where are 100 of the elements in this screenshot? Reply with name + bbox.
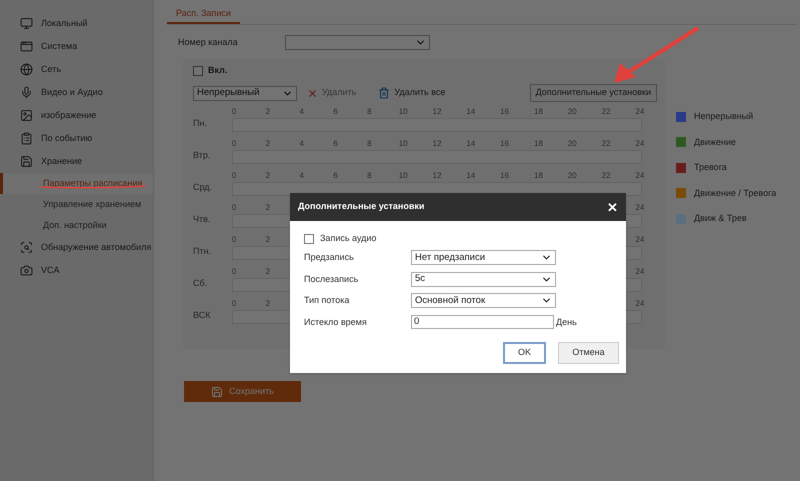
hour-tick: 8 xyxy=(367,106,372,118)
field-select[interactable]: 5с xyxy=(411,272,556,287)
hour-tick: 22 xyxy=(602,170,611,182)
hour-tick: 18 xyxy=(534,138,543,150)
legend-label: Непрерывный xyxy=(694,110,754,123)
sidebar-item[interactable]: изображение xyxy=(0,104,153,127)
hour-tick: 2 xyxy=(266,298,270,310)
day-label: Сб. xyxy=(193,277,208,290)
hour-tick: 6 xyxy=(333,170,338,182)
hour-tick: 14 xyxy=(466,170,476,182)
globe-icon xyxy=(20,63,33,76)
camera-icon xyxy=(20,264,33,277)
hour-tick: 24 xyxy=(635,298,644,310)
dialog-button[interactable]: Отмена xyxy=(558,342,619,364)
hour-tick: 24 xyxy=(635,234,644,246)
enable-checkbox[interactable] xyxy=(193,66,203,76)
sidebar-subitem[interactable]: Управление хранением xyxy=(0,194,153,215)
hour-tick: 20 xyxy=(568,170,577,182)
sidebar-subitem[interactable]: Доп. настройки xyxy=(0,215,153,236)
hour-tick: 16 xyxy=(500,170,510,182)
microphone-icon xyxy=(20,86,33,99)
hour-tick: 0 xyxy=(232,106,236,118)
dialog-title: Дополнительные установки xyxy=(298,200,424,214)
hour-tick: 0 xyxy=(232,138,236,150)
list-icon xyxy=(20,132,33,145)
hour-tick: 4 xyxy=(299,138,304,150)
legend-label: Движение / Тревога xyxy=(694,186,776,200)
field-label: Тип потока xyxy=(304,294,350,307)
hour-tick: 0 xyxy=(232,234,236,246)
tab[interactable]: Расп. Записи xyxy=(167,5,240,24)
day-label: Птн. xyxy=(193,245,212,258)
hour-tick: 24 xyxy=(635,170,644,182)
day-label: Пн. xyxy=(193,117,208,130)
sidebar-item[interactable]: Локальный xyxy=(0,12,153,35)
hour-tick: 14 xyxy=(466,138,476,150)
dialog-button[interactable]: OK xyxy=(503,342,546,364)
hour-tick: 18 xyxy=(534,170,543,182)
hour-tick: 0 xyxy=(232,298,236,310)
close-button[interactable]: ✕ xyxy=(607,200,618,214)
field-select[interactable]: Основной поток xyxy=(411,293,556,308)
channel-select[interactable] xyxy=(285,35,430,50)
input-field[interactable]: 0 xyxy=(411,315,554,330)
hour-tick: 2 xyxy=(266,266,270,278)
hour-tick: 12 xyxy=(432,138,442,150)
hour-tick: 14 xyxy=(466,106,476,118)
hour-tick: 16 xyxy=(500,106,510,118)
hour-tick: 24 xyxy=(635,202,644,214)
hour-tick: 22 xyxy=(602,138,611,150)
hour-tick: 2 xyxy=(266,202,270,214)
hour-tick: 20 xyxy=(568,138,577,150)
hour-tick: 2 xyxy=(266,234,270,246)
hour-tick: 22 xyxy=(602,106,611,118)
hour-tick: 8 xyxy=(367,138,372,150)
delete-all-button[interactable]: Удалить все xyxy=(378,86,446,100)
sidebar-item[interactable]: Хранение xyxy=(0,150,153,173)
hour-tick: 2 xyxy=(266,170,270,182)
hour-tick: 20 xyxy=(568,106,577,118)
field-select[interactable]: Нет предзаписи xyxy=(411,250,556,266)
hour-tick: 12 xyxy=(432,170,442,182)
hour-tick: 10 xyxy=(398,170,408,182)
hour-tick: 6 xyxy=(333,138,338,150)
field-label: Послезапись xyxy=(304,272,360,286)
sidebar-item[interactable]: Сеть xyxy=(0,58,153,81)
field-label: Истекло время xyxy=(304,316,368,329)
save-button[interactable]: Сохранить xyxy=(184,381,301,402)
monitor-icon xyxy=(20,17,33,30)
mode-select[interactable]: Непрерывный xyxy=(193,86,297,100)
sidebar-item[interactable]: VCA xyxy=(0,259,153,282)
sidebar-item[interactable]: По событию xyxy=(0,127,153,150)
hour-tick: 0 xyxy=(232,170,236,182)
sidebar-item[interactable]: Видео и Аудио xyxy=(0,81,153,104)
trash-icon xyxy=(378,87,390,99)
legend-label: Движение xyxy=(694,136,736,149)
audio-checkbox[interactable] xyxy=(304,234,314,244)
car-search-icon xyxy=(20,241,33,254)
hour-tick: 24 xyxy=(635,138,644,150)
hour-tick: 24 xyxy=(635,106,644,118)
hour-tick: 12 xyxy=(432,106,442,118)
hour-tick: 4 xyxy=(299,170,304,182)
hour-tick: 16 xyxy=(500,138,510,150)
legend-label: Тревога xyxy=(694,161,727,174)
legend-label: Движ & Трев xyxy=(694,212,747,225)
hour-tick: 6 xyxy=(333,106,338,118)
sidebar-item[interactable]: Система xyxy=(0,35,153,58)
hour-tick: 8 xyxy=(367,170,372,182)
day-label: Чтв. xyxy=(193,213,212,226)
hour-tick: 24 xyxy=(635,266,644,278)
hour-tick: 0 xyxy=(232,266,236,278)
hour-tick: 0 xyxy=(232,202,236,214)
hour-tick: 2 xyxy=(266,138,270,150)
channel-label: Номер канала xyxy=(178,36,239,49)
audio-label: Запись аудио xyxy=(320,232,376,246)
advanced-settings-button[interactable]: Дополнительные установки xyxy=(530,84,657,102)
sidebar-subitem[interactable]: Параметры расписания xyxy=(0,173,153,194)
field-label: Предзапись xyxy=(304,251,355,264)
image-icon xyxy=(20,109,33,122)
day-label: Срд. xyxy=(193,181,214,194)
hour-tick: 10 xyxy=(398,138,408,150)
hour-tick: 2 xyxy=(266,106,270,118)
sidebar-item[interactable]: Обнаружение автомобиля xyxy=(0,236,153,259)
